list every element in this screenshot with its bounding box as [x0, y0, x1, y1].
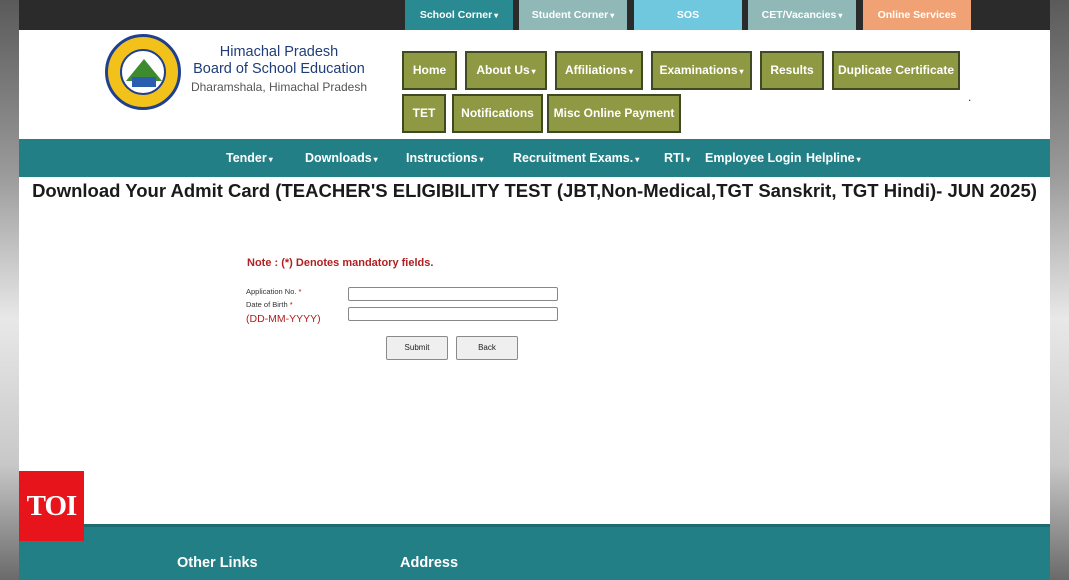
toi-watermark-logo: TOI — [19, 471, 84, 541]
dob-label-text: Date of Birth — [246, 300, 288, 309]
application-no-label: Application No. * — [246, 287, 301, 296]
footer-other-links-heading: Other Links — [177, 555, 258, 571]
menu-downloads[interactable]: Downloads — [305, 139, 378, 179]
page-title: Download Your Admit Card (TEACHER'S ELIG… — [32, 180, 1037, 201]
page: School Corner Student Corner SOS CET/Vac… — [19, 0, 1050, 580]
footer-address-heading: Address — [400, 555, 459, 571]
tab-school-corner[interactable]: School Corner — [405, 0, 513, 30]
required-mark: * — [289, 300, 293, 309]
application-no-label-text: Application No. — [246, 287, 297, 296]
org-location: Dharamshala, Himachal Pradesh — [190, 80, 368, 94]
nav-misc-online-payment[interactable]: Misc Online Payment — [547, 94, 681, 133]
menu-helpline[interactable]: Helpline — [806, 139, 861, 179]
submit-button[interactable]: Submit — [386, 336, 448, 360]
left-frame — [0, 0, 19, 580]
logo-emblem — [120, 49, 166, 95]
org-name-line1: Himachal Pradesh — [219, 44, 339, 60]
dob-label: Date of Birth * — [246, 300, 293, 309]
nav-tet[interactable]: TET — [402, 94, 446, 133]
nav-duplicate-certificate[interactable]: Duplicate Certificate — [832, 51, 960, 90]
main-menu: Tender Downloads Instructions Recruitmen… — [19, 139, 1050, 177]
nav-home[interactable]: Home — [402, 51, 457, 90]
menu-rti[interactable]: RTI — [664, 139, 690, 179]
nav-affiliations[interactable]: Affiliations — [555, 51, 643, 90]
back-button[interactable]: Back — [456, 336, 518, 360]
header: Himachal Pradesh Board of School Educati… — [19, 30, 1050, 139]
nav-about-us[interactable]: About Us — [465, 51, 547, 90]
tab-online-services[interactable]: Online Services — [863, 0, 971, 30]
application-no-input[interactable] — [348, 287, 558, 301]
mandatory-note: Note : (*) Denotes mandatory fields. — [247, 257, 434, 269]
nav-notifications[interactable]: Notifications — [452, 94, 543, 133]
tab-student-corner[interactable]: Student Corner — [519, 0, 627, 30]
menu-recruitment-exams[interactable]: Recruitment Exams. — [513, 139, 639, 179]
board-logo[interactable] — [105, 34, 181, 110]
nav-examinations[interactable]: Examinations — [651, 51, 752, 90]
menu-tender[interactable]: Tender — [226, 139, 273, 179]
tab-cet-vacancies[interactable]: CET/Vacancies — [748, 0, 856, 30]
menu-instructions[interactable]: Instructions — [406, 139, 484, 179]
admit-card-form: Note : (*) Denotes mandatory fields. App… — [19, 207, 1050, 507]
dob-format-hint: (DD-MM-YYYY) — [246, 313, 321, 325]
top-bar: School Corner Student Corner SOS CET/Vac… — [19, 0, 1050, 30]
book-icon — [132, 77, 156, 87]
org-name: Himachal Pradesh Board of School Educati… — [189, 44, 369, 94]
footer: Other Links Address — [19, 524, 1050, 580]
nav-results[interactable]: Results — [760, 51, 824, 90]
dob-input[interactable] — [348, 307, 558, 321]
menu-employee-login[interactable]: Employee Login — [705, 139, 802, 177]
org-name-line2: Board of School Education — [193, 61, 365, 77]
tab-sos[interactable]: SOS — [634, 0, 742, 30]
required-mark: * — [298, 287, 302, 296]
right-frame — [1050, 0, 1069, 580]
nav-separator: . — [968, 90, 972, 104]
